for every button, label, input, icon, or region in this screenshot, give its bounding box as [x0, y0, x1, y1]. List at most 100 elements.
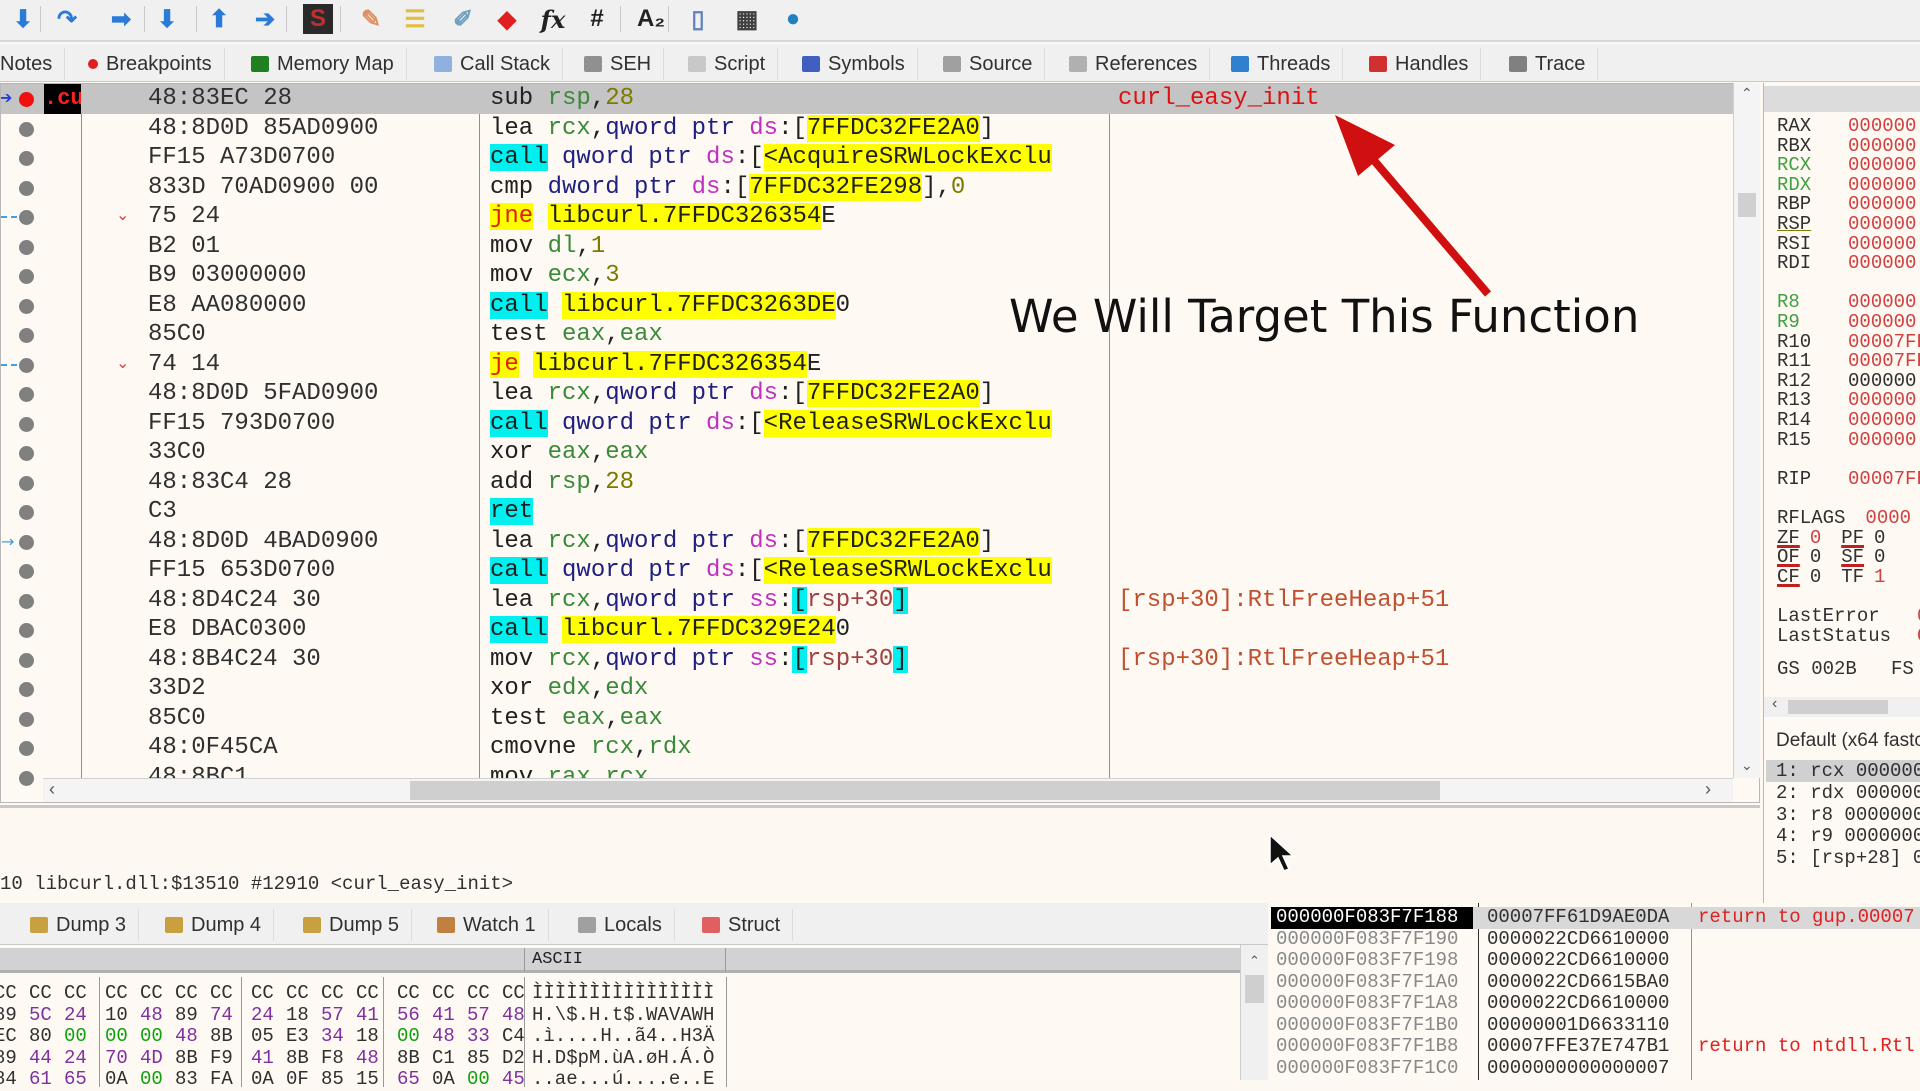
scrollbar-thumb[interactable]: [410, 781, 1440, 800]
call-argument-row[interactable]: 3: r8 0000000: [1776, 804, 1920, 826]
address-cell[interactable]: [44, 468, 81, 498]
hex-byte[interactable]: 00: [105, 1026, 128, 1048]
register-value[interactable]: 000000: [1848, 252, 1916, 274]
disasm-row[interactable]: 48:0F45CAcmovne rcx,rdx: [1, 733, 1734, 763]
address-cell[interactable]: [44, 261, 81, 291]
scroll-up-icon[interactable]: ⌃: [1249, 953, 1260, 969]
flags-row[interactable]: CF0TF1: [1777, 568, 1905, 588]
hex-dump-view[interactable]: ASCII CCCCCCCCCCCCCCCCCCCCCCCCCCCCCCÌÌÌÌ…: [0, 945, 1240, 1080]
hex-byte[interactable]: 74: [210, 1005, 233, 1027]
registers-panel[interactable]: RAX000000RBX000000RCX000000RDX000000RBP0…: [1763, 83, 1920, 733]
hex-byte[interactable]: 48: [140, 1005, 163, 1027]
hex-byte[interactable]: 00: [140, 1026, 163, 1048]
scroll-left-icon[interactable]: ‹: [1772, 695, 1777, 713]
hex-byte[interactable]: 70: [105, 1048, 128, 1070]
hex-byte[interactable]: 57: [321, 1005, 344, 1027]
stack-row[interactable]: 000000F083F7F1900000022CD6610000: [1271, 929, 1920, 951]
tab-dump-4[interactable]: Dump 4: [165, 909, 274, 941]
functions-icon[interactable]: fx: [538, 4, 568, 34]
hex-byte[interactable]: 48: [356, 1048, 379, 1070]
hex-byte[interactable]: 00: [397, 1026, 420, 1048]
hex-byte[interactable]: 44: [29, 1048, 52, 1070]
tab-seh[interactable]: SEH: [584, 48, 664, 80]
ascii-text[interactable]: H.\$.H.t$.WAVAWH: [532, 1005, 714, 1027]
ascii-text[interactable]: ÌÌÌÌÌÌÌÌÌÌÌÌÌÌÌÌ: [532, 983, 714, 1005]
disasm-row[interactable]: 48:8D4C24 30lea rcx,qword ptr ss:[rsp+30…: [1, 586, 1734, 616]
breakpoint-slot-icon[interactable]: [19, 210, 34, 225]
address-cell[interactable]: [44, 202, 81, 232]
tab-threads[interactable]: Threads: [1231, 48, 1343, 80]
scrollbar-thumb[interactable]: [1738, 193, 1756, 217]
hex-byte[interactable]: D2: [502, 1048, 525, 1070]
breakpoint-slot-icon[interactable]: [19, 682, 34, 697]
flag-value[interactable]: 1: [1874, 566, 1885, 588]
breakpoint-slot-icon[interactable]: [19, 181, 34, 196]
address-cell[interactable]: [44, 232, 81, 262]
hex-byte[interactable]: CC: [467, 983, 490, 1005]
strings-icon[interactable]: A₂: [636, 4, 666, 34]
disasm-row[interactable]: →48:8D0D 4BAD0900lea rcx,qword ptr ds:[7…: [1, 527, 1734, 557]
hex-byte[interactable]: 41: [356, 1005, 379, 1027]
tab-notes[interactable]: Notes: [0, 48, 65, 80]
stack-row[interactable]: 000000F083F7F1B800007FFE37E747B1return t…: [1271, 1036, 1920, 1058]
tab-watch-1[interactable]: Watch 1: [437, 909, 549, 941]
hex-byte[interactable]: C1: [432, 1048, 455, 1070]
disasm-row[interactable]: ⌄74 14je libcurl.7FFDC326354E: [1, 350, 1734, 380]
breakpoint-icon[interactable]: [19, 92, 34, 107]
breakpoint-slot-icon[interactable]: [19, 151, 34, 166]
breakpoint-slot-icon[interactable]: [19, 269, 34, 284]
hex-byte[interactable]: C4: [502, 1026, 525, 1048]
address-cell[interactable]: [44, 350, 81, 380]
hex-byte[interactable]: 33: [467, 1026, 490, 1048]
disasm-row[interactable]: 48:83C4 28add rsp,28: [1, 468, 1734, 498]
hex-byte[interactable]: 48: [175, 1026, 198, 1048]
breakpoint-slot-icon[interactable]: [19, 505, 34, 520]
disasm-row[interactable]: E8 DBAC0300call libcurl.7FFDC329E240: [1, 615, 1734, 645]
labels-icon[interactable]: ✐: [448, 4, 478, 34]
rflags-value[interactable]: 0000: [1865, 507, 1911, 529]
hex-byte[interactable]: 85: [467, 1048, 490, 1070]
address-cell[interactable]: [44, 733, 81, 763]
address-cell[interactable]: [44, 674, 81, 704]
address-cell[interactable]: [44, 527, 81, 557]
tab-locals[interactable]: Locals: [578, 909, 675, 941]
stack-row[interactable]: 000000F083F7F1C00000000000000007: [1271, 1058, 1920, 1080]
breakpoint-slot-icon[interactable]: [19, 564, 34, 579]
hex-byte[interactable]: 8B: [286, 1048, 309, 1070]
disasm-row[interactable]: 33C0xor eax,eax: [1, 438, 1734, 468]
breakpoint-slot-icon[interactable]: [19, 771, 34, 786]
address-cell[interactable]: [44, 615, 81, 645]
stack-row[interactable]: 000000F083F7F1980000022CD6610000: [1271, 950, 1920, 972]
flag-value[interactable]: 0: [1810, 566, 1821, 588]
hex-byte[interactable]: 89: [0, 1005, 17, 1027]
registers-horizontal-scrollbar[interactable]: ‹: [1764, 697, 1920, 717]
call-argument-row[interactable]: 1: rcx 000000: [1766, 760, 1920, 782]
address-cell[interactable]: [44, 320, 81, 350]
scrollbar-thumb[interactable]: [1245, 975, 1264, 1003]
tab-dump-3[interactable]: Dump 3: [30, 909, 139, 941]
address-cell[interactable]: [44, 556, 81, 586]
tab-symbols[interactable]: Symbols: [802, 48, 918, 80]
ascii-text[interactable]: H.D$pM.ùA.øH.Á.Ò: [532, 1048, 714, 1070]
scroll-right-icon[interactable]: ›: [1705, 779, 1711, 800]
tab-call-stack[interactable]: Call Stack: [434, 48, 563, 80]
address-cell[interactable]: [44, 438, 81, 468]
execute-till-return-icon[interactable]: ⬆: [204, 4, 234, 34]
hex-byte[interactable]: CC: [105, 983, 128, 1005]
breakpoint-slot-icon[interactable]: [19, 387, 34, 402]
call-argument-row[interactable]: 2: rdx 000000: [1776, 782, 1920, 804]
hex-byte[interactable]: F8: [321, 1048, 344, 1070]
scylla-icon[interactable]: S: [303, 4, 333, 34]
hex-byte[interactable]: CC: [64, 983, 87, 1005]
breakpoint-slot-icon[interactable]: [19, 535, 34, 550]
address-cell[interactable]: [44, 114, 81, 144]
hex-byte[interactable]: CC: [175, 983, 198, 1005]
breakpoint-slot-icon[interactable]: [19, 476, 34, 491]
bookmarks-icon[interactable]: ◆: [492, 4, 522, 34]
breakpoint-slot-icon[interactable]: [19, 299, 34, 314]
register-row[interactable]: RIP00007FF: [1777, 470, 1920, 490]
hex-byte[interactable]: 4D: [140, 1048, 163, 1070]
address-cell[interactable]: .cu: [44, 84, 81, 114]
call-convention-panel[interactable]: Default (x64 fastc 1: rcx 0000002: rdx 0…: [1763, 728, 1920, 908]
dump-vertical-scrollbar[interactable]: ⌃: [1240, 945, 1268, 1080]
